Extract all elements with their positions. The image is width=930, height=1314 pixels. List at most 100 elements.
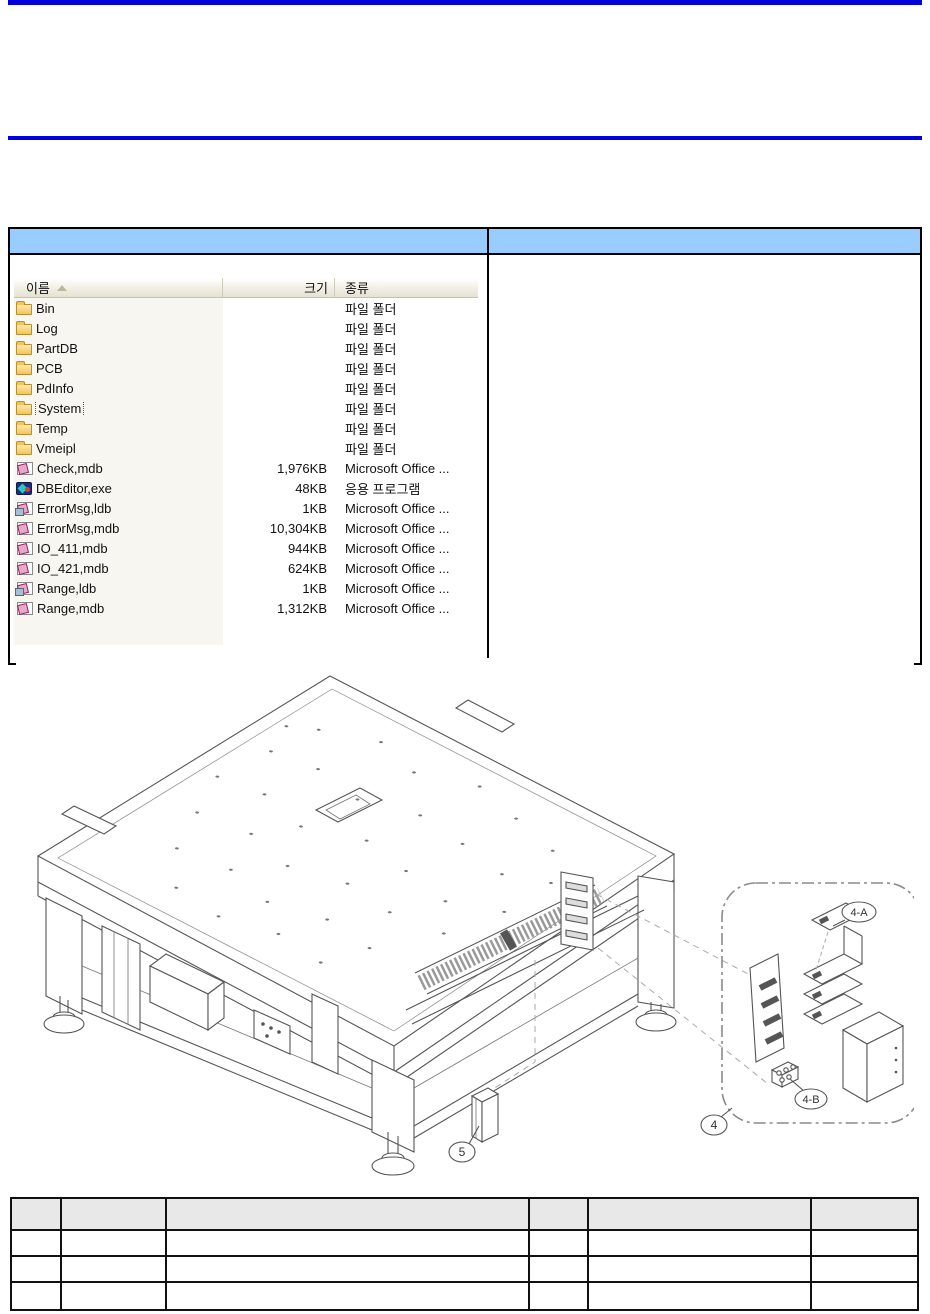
file-row-focused[interactable]: System 파일 폴더 [14,398,478,418]
file-type: 파일 폴더 [345,361,397,377]
file-name: Vmeipl [36,440,76,456]
file-type: 파일 폴더 [345,321,397,337]
file-type: Microsoft Office ... [345,520,450,536]
callout-label-4b: 4-B [802,1094,819,1106]
file-row[interactable]: ErrorMsg,mdb 10,304KB Microsoft Office .… [14,518,478,538]
file-name: Range,mdb [37,600,105,616]
file-row[interactable]: PartDB 파일 폴더 [14,338,478,358]
column-header-type[interactable]: 종류 [335,278,478,297]
file-name: System [34,400,85,416]
machine-diagram: 5 4-A 4-B 4 [16,658,914,1195]
file-row[interactable]: IO_411,mdb 944KB Microsoft Office ... [14,538,478,558]
file-type: 응용 프로그램 [345,481,421,497]
parts-cell [530,1231,589,1257]
folder-icon [16,440,32,455]
parts-header-cell [167,1199,530,1231]
parts-table [10,1197,919,1311]
file-type: 파일 폴더 [345,441,397,457]
callout-label-4: 4 [711,1118,718,1132]
file-name: Temp [36,420,68,436]
access-file-icon [17,521,33,535]
access-file-icon [17,541,33,555]
access-file-icon [17,561,33,575]
parts-cell [62,1283,167,1309]
file-name: DBEditor,exe [36,480,112,496]
file-row[interactable]: PdInfo 파일 폴더 [14,378,478,398]
file-row[interactable]: Bin 파일 폴더 [14,298,478,318]
file-type: 파일 폴더 [345,301,397,317]
column-header-name[interactable]: 이름 [14,278,223,297]
file-row[interactable]: ErrorMsg,ldb 1KB Microsoft Office ... [14,498,478,518]
parts-cell [12,1257,62,1283]
file-type: 파일 폴더 [345,381,397,397]
folder-icon [16,300,32,315]
folder-icon [16,400,32,415]
file-size: 1KB [302,500,327,516]
file-type: Microsoft Office ... [345,560,450,576]
file-explorer: 이름 크기 종류 Bin 파일 폴더 Log 파일 폴더 PartDB 파일 폴… [14,278,478,645]
file-row[interactable]: Vmeipl 파일 폴더 [14,438,478,458]
parts-cell [812,1231,917,1257]
file-row[interactable]: IO_421,mdb 624KB Microsoft Office ... [14,558,478,578]
parts-header-cell [12,1199,62,1231]
top-rule [8,0,922,5]
parts-cell [167,1231,530,1257]
file-type: 파일 폴더 [345,401,397,417]
file-row[interactable]: Check,mdb 1,976KB Microsoft Office ... [14,458,478,478]
file-name: PartDB [36,340,78,356]
file-size: 1KB [302,580,327,596]
column-header-size[interactable]: 크기 [223,278,335,297]
access-lock-file-icon [15,581,33,596]
file-list: Bin 파일 폴더 Log 파일 폴더 PartDB 파일 폴더 PCB 파일 … [14,298,478,618]
doc-table-header-row [10,229,920,255]
parts-cell [589,1283,812,1309]
access-file-icon [17,601,33,615]
parts-cell [167,1257,530,1283]
doc-table-header-left [10,229,489,253]
section-rule [8,136,922,140]
folder-icon [16,420,32,435]
file-name: Range,ldb [37,580,97,596]
access-lock-file-icon [15,501,33,516]
file-type: Microsoft Office ... [345,600,450,616]
file-size: 624KB [287,560,327,576]
folder-icon [16,360,32,375]
column-header-name-label: 이름 [26,281,50,296]
file-type: Microsoft Office ... [345,540,450,556]
doc-table-cell-right [489,255,920,663]
parts-cell [589,1231,812,1257]
parts-cell [62,1257,167,1283]
parts-header-cell [589,1199,812,1231]
folder-icon [16,320,32,335]
file-size: 1,312KB [277,600,327,616]
file-row[interactable]: Temp 파일 폴더 [14,418,478,438]
parts-cell [12,1283,62,1309]
doc-table-header-right [489,229,920,253]
file-size: 10,304KB [269,520,327,536]
file-size: 944KB [287,540,327,556]
parts-cell [167,1283,530,1309]
file-name: IO_411,mdb [37,540,108,556]
file-row[interactable]: PCB 파일 폴더 [14,358,478,378]
file-name: Check,mdb [37,460,103,476]
file-name: Bin [36,300,55,316]
access-file-icon [17,461,33,475]
file-name: PCB [36,360,63,376]
file-name: IO_421,mdb [37,560,109,576]
parts-header-cell [812,1199,917,1231]
file-size: 48KB [295,480,327,496]
file-type: Microsoft Office ... [345,460,450,476]
callout-label-4a: 4-A [850,907,868,919]
file-type: Microsoft Office ... [345,580,450,596]
folder-icon [16,340,32,355]
file-name: Log [36,320,58,336]
parts-cell [530,1283,589,1309]
application-icon [16,481,32,495]
parts-cell [530,1257,589,1283]
file-row[interactable]: Range,mdb 1,312KB Microsoft Office ... [14,598,478,618]
file-row[interactable]: DBEditor,exe 48KB 응용 프로그램 [14,478,478,498]
file-row[interactable]: Log 파일 폴더 [14,318,478,338]
file-size: 1,976KB [277,460,327,476]
file-row[interactable]: Range,ldb 1KB Microsoft Office ... [14,578,478,598]
part-5-label: 5 [459,1145,466,1159]
